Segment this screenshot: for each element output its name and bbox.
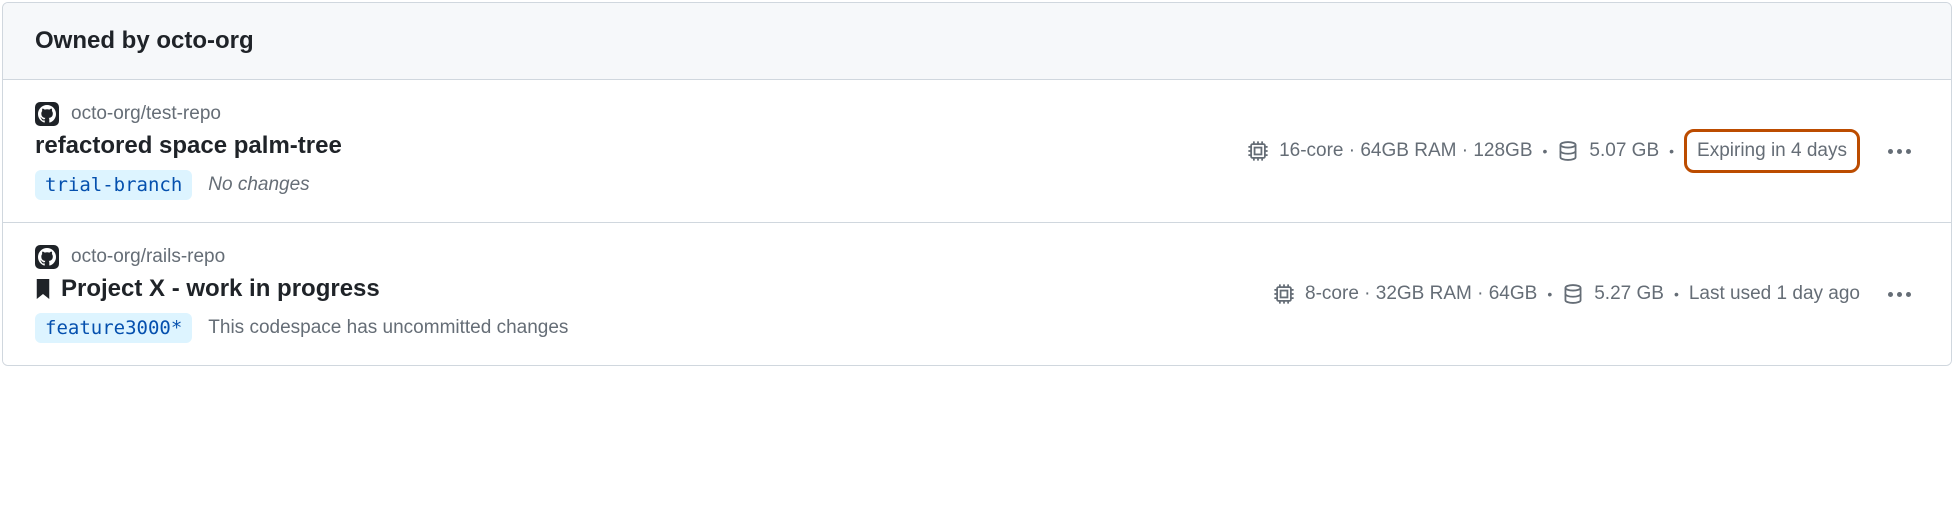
kebab-dot-icon [1888,292,1893,297]
repo-line: octo-org/rails-repo [35,245,568,269]
database-icon [1557,140,1579,162]
cpu-icon [1247,140,1269,162]
github-icon [35,102,59,126]
codespace-info: octo-org/rails-repo Project X - work in … [35,245,568,343]
changes-status: This codespace has uncommitted changes [208,317,568,339]
branch-line: trial-branch No changes [35,170,342,200]
storage-text: 5.07 GB [1589,140,1659,162]
kebab-dot-icon [1888,149,1893,154]
status-text: Last used 1 day ago [1689,283,1860,305]
codespaces-panel: Owned by octo-org octo-org/test-repo ref… [2,2,1952,366]
repo-line: octo-org/test-repo [35,102,342,126]
codespace-title[interactable]: refactored space palm-tree [35,132,342,160]
database-icon [1562,283,1584,305]
github-icon [35,245,59,269]
branch-line: feature3000* This codespace has uncommit… [35,313,568,343]
owner-title: Owned by octo-org [35,27,1919,55]
bookmark-icon [35,279,51,299]
codespace-row: octo-org/test-repo refactored space palm… [3,80,1951,223]
specs-text: 8-core · 32GB RAM · 64GB [1305,283,1537,305]
meta-group: 16-core · 64GB RAM · 128GB • 5.07 GB • E… [1247,129,1860,173]
kebab-dot-icon [1897,149,1902,154]
title-line: Project X - work in progress [35,275,568,303]
status-text-highlighted: Expiring in 4 days [1684,129,1860,173]
kebab-dot-icon [1906,149,1911,154]
codespace-row: octo-org/rails-repo Project X - work in … [3,223,1951,365]
separator-dot: • [1543,143,1548,159]
panel-header: Owned by octo-org [3,3,1951,80]
separator-dot: • [1547,286,1552,302]
codespace-meta: 8-core · 32GB RAM · 64GB • 5.27 GB • Las… [1273,283,1919,305]
repo-name[interactable]: octo-org/test-repo [71,103,221,125]
branch-tag[interactable]: feature3000* [35,313,192,343]
storage-text: 5.27 GB [1594,283,1664,305]
specs-text: 16-core · 64GB RAM · 128GB [1279,140,1532,162]
meta-group: 8-core · 32GB RAM · 64GB • 5.27 GB • Las… [1273,283,1860,305]
codespace-meta: 16-core · 64GB RAM · 128GB • 5.07 GB • E… [1247,129,1919,173]
codespace-info: octo-org/test-repo refactored space palm… [35,102,342,200]
changes-status: No changes [208,174,309,196]
kebab-dot-icon [1906,292,1911,297]
cpu-icon [1273,283,1295,305]
kebab-menu-button[interactable] [1880,141,1919,162]
separator-dot: • [1674,286,1679,302]
kebab-dot-icon [1897,292,1902,297]
separator-dot: • [1669,143,1674,159]
kebab-menu-button[interactable] [1880,284,1919,305]
codespace-title[interactable]: Project X - work in progress [61,275,380,303]
branch-tag[interactable]: trial-branch [35,170,192,200]
title-line: refactored space palm-tree [35,132,342,160]
repo-name[interactable]: octo-org/rails-repo [71,246,225,268]
